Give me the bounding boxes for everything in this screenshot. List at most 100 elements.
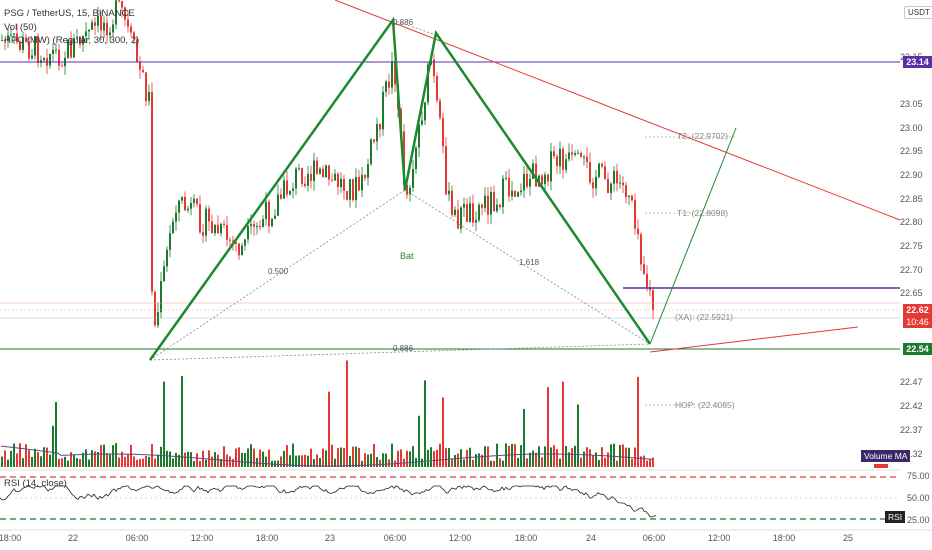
volume-bar [583,451,585,467]
candle-body [424,102,426,121]
volume-bar [229,456,231,467]
candle-body [208,208,210,222]
volume-bar [565,446,567,467]
volume-bar [592,455,594,467]
candle-body [190,203,192,209]
candle-body [184,196,186,211]
volume-bar [52,425,54,467]
volume-indicator-label[interactable]: Vol (50) [4,22,37,33]
candle-body [391,61,393,88]
volume-bar [616,460,618,467]
candle-body [214,224,216,234]
candle-body [376,124,378,142]
candle-body [316,160,318,174]
target-xa-label: (XA): (22.5921) [675,312,734,322]
candle-body [607,178,609,194]
volume-bar [316,454,318,467]
volume-bar [535,452,537,467]
time-tick: 12:00 [707,533,731,543]
ratio-label-ac: 0.886 [393,18,414,27]
volume-bar [139,459,141,467]
volume-bar [613,443,615,467]
candle-body [343,178,345,191]
candle-body [481,204,483,208]
volume-bar [448,447,450,467]
volume-bar [418,415,420,467]
candle-body [142,69,144,73]
volume-bar [457,453,459,467]
price-axis-panel[interactable] [900,0,932,550]
candle-body [295,168,297,189]
volume-bar [199,460,201,467]
candle-body [58,49,60,66]
volume-bar [634,447,636,467]
volume-bar [145,455,147,467]
volume-bar [571,448,573,467]
candle-body [490,191,492,215]
candle-body [460,207,462,229]
rsi-tag: RSI [885,511,906,523]
candle-body [613,170,615,184]
candle-body [154,291,156,326]
volume-bar [244,453,246,467]
candle-body [274,215,276,219]
time-tick: 06:00 [642,533,666,543]
volume-bar [619,445,621,467]
candle-body [112,24,114,33]
volume-bar [34,448,36,467]
volume-bar [514,444,516,467]
volume-bar [49,454,51,467]
volume-bar [427,449,429,467]
candle-body [556,156,558,167]
volume-bar [31,456,33,467]
bar-countdown: 10:46 [903,316,932,328]
candle-body [328,165,330,180]
time-tick: 18:00 [772,533,796,543]
volume-bar [91,450,93,467]
price-tick: 22.75 [900,241,923,251]
volume-bar [112,445,114,467]
volume-bar [109,453,111,467]
volume-bar [604,457,606,467]
candle-body [415,147,417,170]
volume-bar [40,456,42,467]
volume-bar [262,451,264,467]
volume-bar [559,458,561,467]
volume-bar [343,447,345,467]
candle-body [199,204,201,233]
candle-body [505,177,507,179]
currency-selector[interactable]: USDT [904,6,932,19]
candle-body [202,232,204,236]
chart-canvas[interactable] [0,0,932,550]
volume-bar [358,447,360,467]
candle-body [550,151,552,182]
candle-body [436,76,438,101]
candle-body [487,195,489,215]
candle-body [94,22,96,26]
candle-body [178,200,180,213]
volume-bar [490,460,492,467]
rsi-indicator-label[interactable]: RSI (14, close) [4,478,67,489]
bat-pattern[interactable] [148,16,652,361]
hpc-indicator-label[interactable]: HPC (MW) (Regular, 30, 300, 2) [4,35,139,46]
candle-body [622,182,624,186]
volume-bar [184,452,186,467]
volume-bar [73,454,75,467]
volume-bar [379,459,381,467]
volume-bar [373,443,375,467]
candle-body [382,91,384,130]
high-price-tag: 23.14 [903,56,932,68]
candle-body [259,226,261,228]
volume-bar [157,454,159,467]
candle-body [472,203,474,223]
volume-bar [19,443,21,467]
volume-bar [130,444,132,467]
candle-body [55,49,57,51]
symbol-title[interactable]: PSG / TetherUS, 15, BINANCE [4,8,135,19]
volume-bar [649,458,651,467]
candle-body [196,198,198,205]
volume-bar [196,453,198,467]
candle-body [592,182,594,189]
candle-body [559,148,561,167]
candle-body [541,175,543,185]
